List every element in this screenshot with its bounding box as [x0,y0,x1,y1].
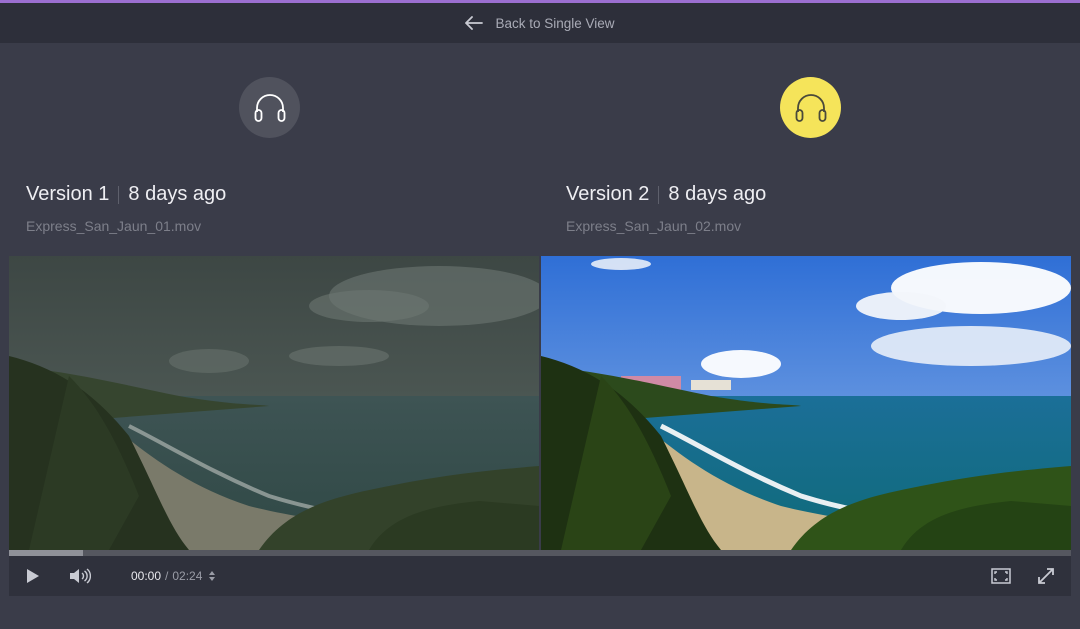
headphones-icon [254,93,285,122]
version-1-heading: Version 1 8 days ago [26,183,226,206]
back-to-single-view-link[interactable]: Back to Single View [465,15,615,31]
version-2-label: Version 2 [566,183,650,205]
coastline-image [9,256,539,550]
version-1-video-frame[interactable] [9,256,539,550]
version-1-audio-button[interactable] [239,77,300,138]
back-link-label: Back to Single View [495,15,615,31]
divider [118,185,120,204]
play-button[interactable] [25,568,41,584]
version-2-age: 8 days ago [668,183,767,205]
version-2-audio-button[interactable] [780,77,841,138]
play-icon [27,569,39,583]
coastline-image [541,256,1071,550]
version-1-label: Version 1 [26,183,110,205]
arrow-left-icon [465,16,484,30]
headphones-icon [795,93,826,122]
fullscreen-button[interactable] [1037,567,1055,585]
time-display: 00:00 / 02:24 [131,569,216,583]
version-1-age: 8 days ago [128,183,227,205]
version-2-filename: Express_San_Jaun_02.mov [566,218,742,234]
expand-icon [1038,568,1054,584]
version-2-heading: Version 2 8 days ago [566,183,766,206]
version-1-filename: Express_San_Jaun_01.mov [26,218,202,234]
top-bar: Back to Single View [0,3,1080,43]
fit-to-screen-button[interactable] [991,567,1011,585]
duration: 02:24 [172,569,203,583]
player-controls: 00:00 / 02:24 [9,556,1071,596]
time-separator: / [165,569,169,583]
volume-icon [70,568,91,584]
current-time: 00:00 [131,569,162,583]
divider [658,185,660,204]
fit-screen-icon [991,568,1011,584]
volume-button[interactable] [69,568,91,584]
timecode-toggle-icon[interactable] [208,570,216,582]
version-2-video-frame[interactable] [541,256,1071,550]
